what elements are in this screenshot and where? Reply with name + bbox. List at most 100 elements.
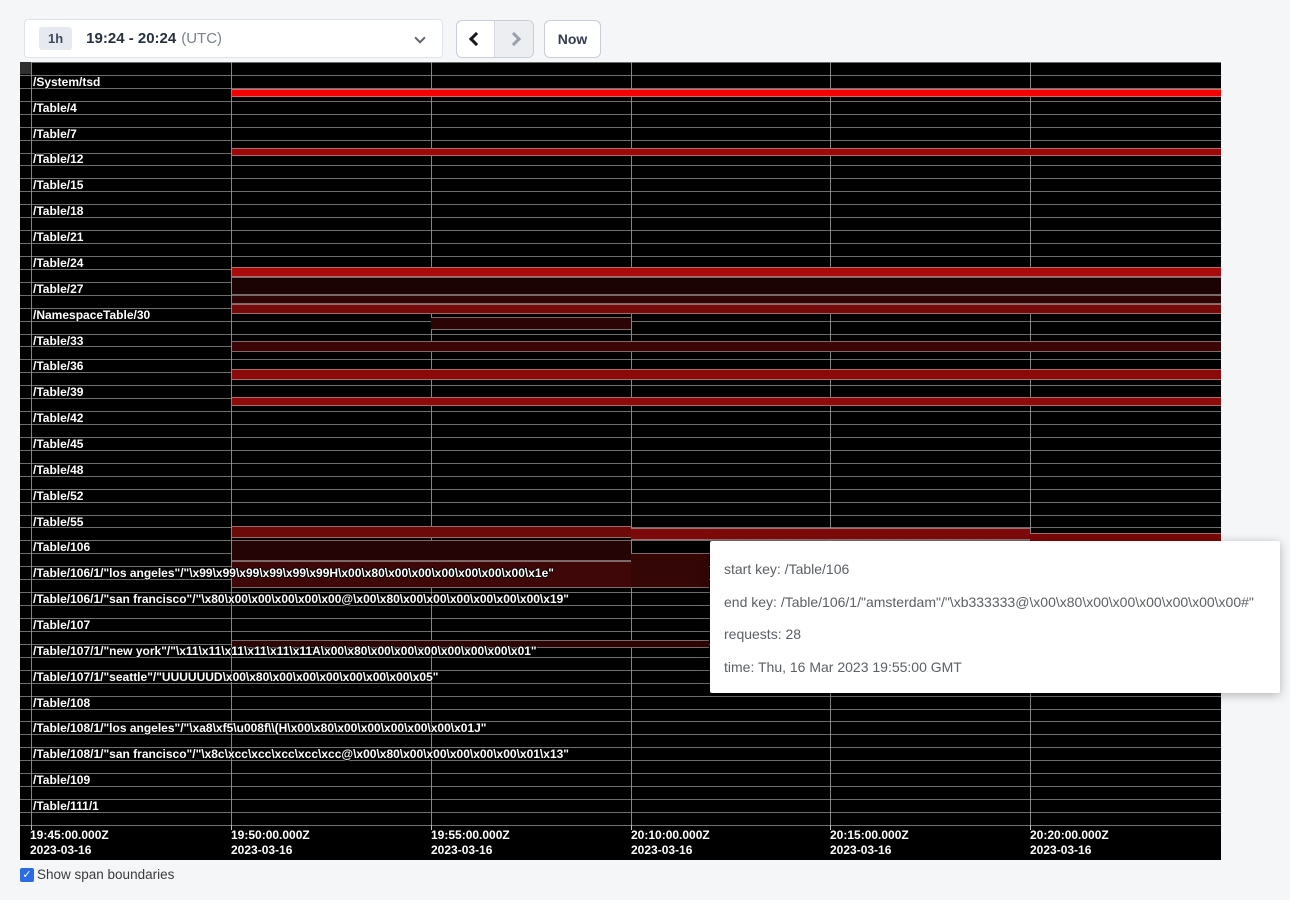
heat-band[interactable]	[232, 304, 1221, 314]
heat-band[interactable]	[232, 267, 1221, 277]
heat-band[interactable]	[232, 369, 1221, 380]
span-boundary-line	[20, 334, 1221, 335]
span-boundary-line	[20, 178, 1221, 179]
axis-date: 2023-03-16	[231, 843, 310, 858]
heat-band[interactable]	[232, 526, 631, 538]
row-label: /Table/36	[33, 360, 83, 373]
row-label: /Table/106/1/"san francisco"/"\x80\x00\x…	[33, 593, 569, 606]
row-label: /Table/39	[33, 386, 83, 399]
row-label: /Table/111/1	[33, 800, 99, 813]
heat-band[interactable]	[232, 341, 1221, 352]
span-boundary-line	[20, 256, 1221, 257]
row-label: /Table/107	[33, 619, 90, 632]
heat-band[interactable]	[232, 89, 1221, 97]
row-label: /Table/108/1/"san francisco"/"\x8c\xcc\x…	[33, 748, 569, 761]
time-bucket-line	[631, 62, 632, 825]
row-label: /Table/18	[33, 205, 83, 218]
key-visualizer-heatmap[interactable]: /System/tsd/Table/4/Table/7/Table/12/Tab…	[20, 62, 1221, 860]
chevron-right-icon	[507, 32, 521, 46]
tooltip-start-key: start key: /Table/106	[724, 552, 1266, 585]
row-label: /Table/15	[33, 179, 83, 192]
span-boundary-line	[20, 101, 1221, 102]
row-label: /Table/48	[33, 464, 83, 477]
row-label: /Table/55	[33, 516, 83, 529]
row-label: /Table/107/1/"seattle"/"UUUUUUD\x00\x80\…	[33, 671, 438, 684]
time-range-text: 19:24 - 20:24	[86, 30, 176, 47]
row-label: /Table/106/1/"los angeles"/"\x99\x99\x99…	[33, 567, 554, 580]
heat-band[interactable]	[431, 317, 631, 330]
span-boundary-line	[20, 696, 1221, 697]
span-boundary-line	[20, 463, 1221, 464]
tooltip-requests: requests: 28	[724, 617, 1266, 650]
heat-band[interactable]	[232, 540, 631, 561]
time-bucket-line	[31, 62, 32, 825]
span-boundary-line	[20, 515, 1221, 516]
span-boundary-line	[20, 799, 1221, 800]
span-boundary-line	[20, 437, 1221, 438]
span-tooltip: start key: /Table/106 end key: /Table/10…	[710, 541, 1280, 693]
span-boundary-line	[20, 230, 1221, 231]
tooltip-time: time: Thu, 16 Mar 2023 19:55:00 GMT	[724, 650, 1266, 683]
time-range-timezone: (UTC)	[181, 30, 222, 47]
span-boundary-line	[20, 243, 1221, 244]
span-boundary-line	[20, 75, 1221, 76]
axis-date: 2023-03-16	[1030, 843, 1109, 858]
tooltip-end-key: end key: /Table/106/1/"amsterdam"/"\xb33…	[724, 585, 1266, 618]
axis-label: 20:15:00.000Z2023-03-16	[830, 828, 909, 858]
span-boundary-line	[20, 786, 1221, 787]
show-span-boundaries-label: Show span boundaries	[37, 867, 174, 882]
row-label: /Table/106	[33, 541, 90, 554]
heat-band[interactable]	[232, 295, 1221, 304]
span-boundary-line	[20, 476, 1221, 477]
time-range-badge: 1h	[39, 27, 72, 50]
span-boundary-line	[20, 424, 1221, 425]
row-label: /Table/108/1/"los angeles"/"\xa8\xf5\u00…	[33, 722, 487, 735]
axis-label: 20:20:00.000Z2023-03-16	[1030, 828, 1109, 858]
now-button[interactable]: Now	[544, 20, 601, 58]
row-label: /NamespaceTable/30	[33, 309, 150, 322]
axis-label: 19:55:00.000Z2023-03-16	[431, 828, 510, 858]
heat-band[interactable]	[631, 553, 709, 588]
row-label: /Table/33	[33, 335, 83, 348]
row-label: /Table/12	[33, 153, 83, 166]
span-boundary-line	[20, 62, 1221, 63]
prev-time-button[interactable]	[457, 21, 495, 57]
axis-date: 2023-03-16	[431, 843, 510, 858]
axis-date: 2023-03-16	[30, 843, 109, 858]
axis-label: 20:10:00.000Z2023-03-16	[631, 828, 710, 858]
show-span-boundaries-checkbox[interactable]: ✓	[20, 868, 34, 882]
span-boundary-line	[20, 114, 1221, 115]
time-range-selector[interactable]: 1h 19:24 - 20:24 (UTC)	[24, 19, 443, 58]
span-boundary-line	[20, 165, 1221, 166]
next-time-button[interactable]	[495, 21, 533, 57]
heat-band[interactable]	[232, 148, 1221, 156]
span-boundary-line	[20, 812, 1221, 813]
axis-date: 2023-03-16	[631, 843, 710, 858]
time-nav-group	[456, 20, 534, 58]
span-boundary-line	[20, 217, 1221, 218]
heat-band[interactable]	[232, 277, 1221, 295]
row-label: /Table/4	[33, 102, 77, 115]
row-label: /Table/21	[33, 231, 83, 244]
axis-label: 19:45:00.000Z2023-03-16	[30, 828, 109, 858]
span-boundary-line	[20, 385, 1221, 386]
row-label: /Table/42	[33, 412, 83, 425]
time-bucket-line	[1030, 62, 1031, 825]
time-bucket-line	[431, 62, 432, 825]
heat-band[interactable]	[631, 528, 1030, 540]
span-boundary-line	[20, 140, 1221, 141]
corner-block	[20, 62, 31, 74]
row-label: /Table/45	[33, 438, 83, 451]
row-label: /System/tsd	[33, 76, 100, 89]
row-label: /Table/108	[33, 697, 90, 710]
span-boundary-line	[20, 825, 1221, 826]
row-label: /Table/7	[33, 128, 77, 141]
axis-label: 19:50:00.000Z2023-03-16	[231, 828, 310, 858]
span-boundary-line	[20, 502, 1221, 503]
time-bucket-line	[231, 62, 232, 825]
chevron-down-icon	[414, 32, 425, 43]
span-boundary-line	[20, 127, 1221, 128]
row-label: /Table/52	[33, 490, 83, 503]
heat-band[interactable]	[232, 397, 1221, 406]
span-boundary-line	[20, 773, 1221, 774]
